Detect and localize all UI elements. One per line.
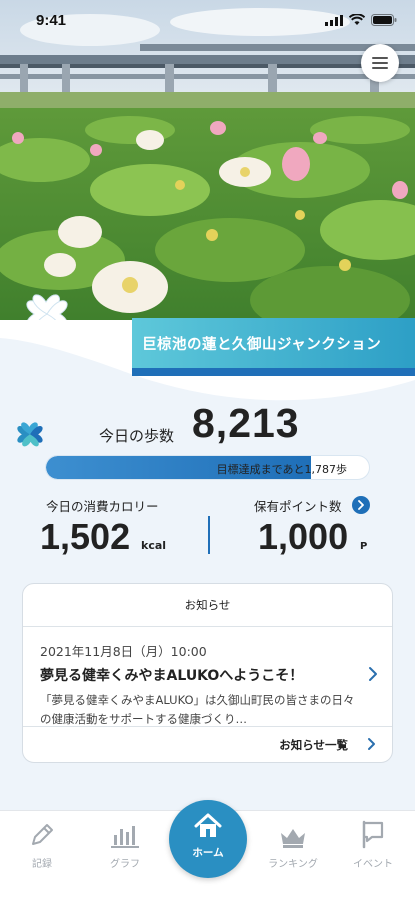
points-value: 1,000 — [258, 516, 349, 557]
news-list-label: お知らせ一覧 — [279, 738, 348, 752]
news-list-link[interactable]: お知らせ一覧 — [23, 727, 392, 762]
tab-record[interactable]: 記録 — [7, 819, 77, 870]
hamburger-icon — [372, 57, 388, 69]
points-label: 保有ポイント数 — [254, 499, 342, 514]
bar-chart-icon — [111, 826, 139, 848]
tab-graph[interactable]: グラフ — [90, 819, 160, 870]
home-dashboard: 今日の歩数 8,213 目標達成まであと1,787歩 今日の消費カロリー 1,5… — [0, 320, 415, 810]
tab-bar: 記録 グラフ ホーム ランキング イベント — [0, 800, 415, 900]
clover-logo-icon — [17, 422, 43, 447]
battery-icon — [371, 14, 397, 26]
location-title-banner: 巨椋池の蓮と久御山ジャンクション — [132, 318, 415, 368]
news-header: お知らせ — [23, 584, 392, 627]
chevron-right-icon — [358, 500, 364, 510]
home-icon — [194, 813, 222, 837]
points-unit: P — [360, 541, 368, 552]
steps-value: 8,213 — [192, 400, 300, 446]
news-card: お知らせ 2021年11月8日（月）10:00 夢見る健幸くみやまALUKOへよ… — [22, 583, 393, 763]
status-icons — [325, 14, 397, 26]
news-body: 「夢見る健幸くみやまALUKO」は久御山町民の皆さまの日々の健康活動をサポートす… — [40, 693, 355, 726]
signal-icon — [325, 14, 343, 26]
banner-underline — [132, 368, 415, 376]
status-bar: 9:41 — [0, 0, 415, 44]
wifi-icon — [349, 14, 365, 25]
tab-graph-label: グラフ — [110, 859, 140, 870]
news-item[interactable]: 2021年11月8日（月）10:00 夢見る健幸くみやまALUKOへようこそ！ … — [23, 628, 392, 727]
status-time: 9:41 — [36, 12, 67, 29]
goal-remaining-text: 目標達成まであと1,787歩 — [216, 463, 347, 476]
chevron-right-icon — [368, 738, 375, 750]
news-date: 2021年11月8日（月）10:00 — [40, 644, 207, 659]
steps-label: 今日の歩数 — [99, 427, 175, 445]
menu-button[interactable] — [361, 44, 399, 82]
tab-home-label: ホーム — [192, 847, 224, 859]
chevron-right-icon — [369, 667, 377, 681]
news-title: 夢見る健幸くみやまALUKOへようこそ！ — [40, 668, 304, 684]
pencil-icon — [32, 824, 53, 845]
calories-unit: kcal — [141, 539, 167, 552]
steps-progress-bar: 目標達成まであと1,787歩 — [45, 455, 370, 480]
points-detail-button[interactable] — [352, 496, 370, 514]
stats-divider — [208, 516, 210, 554]
location-title: 巨椋池の蓮と久御山ジャンクション — [142, 336, 382, 353]
calories-value: 1,502 — [40, 516, 131, 557]
crown-icon — [281, 829, 305, 848]
tab-event[interactable]: イベント — [338, 819, 408, 870]
tab-ranking[interactable]: ランキング — [258, 819, 328, 870]
tab-home[interactable]: ホーム — [169, 800, 247, 878]
tab-record-label: 記録 — [32, 859, 52, 870]
hero-photo — [0, 0, 415, 335]
calories-label: 今日の消費カロリー — [46, 499, 159, 514]
tab-ranking-label: ランキング — [268, 859, 318, 870]
flag-icon — [362, 820, 384, 849]
tab-event-label: イベント — [353, 859, 393, 870]
